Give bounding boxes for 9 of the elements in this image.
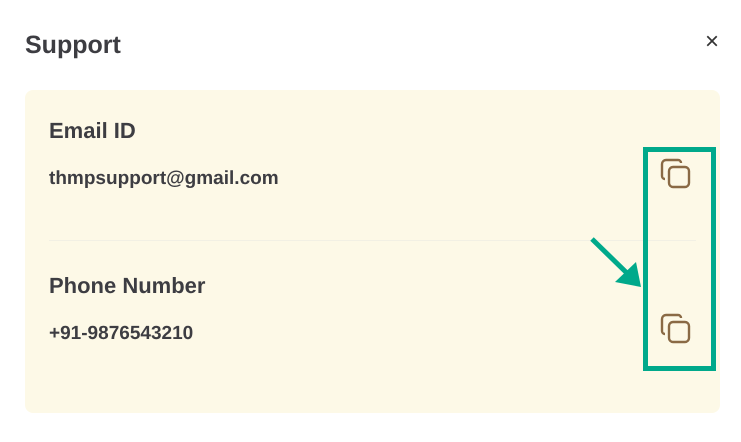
field-value: thmpsupport@gmail.com [49,167,279,191]
pointer-arrow [590,237,641,287]
copy-icon [659,157,693,191]
field-value: +91-9876543210 [49,322,194,346]
field-label: Email ID [49,117,137,145]
dialog-title: Support [25,30,121,61]
close-button[interactable]: × [700,30,723,54]
field-label: Phone Number [49,272,206,300]
copy-icon [659,312,693,346]
